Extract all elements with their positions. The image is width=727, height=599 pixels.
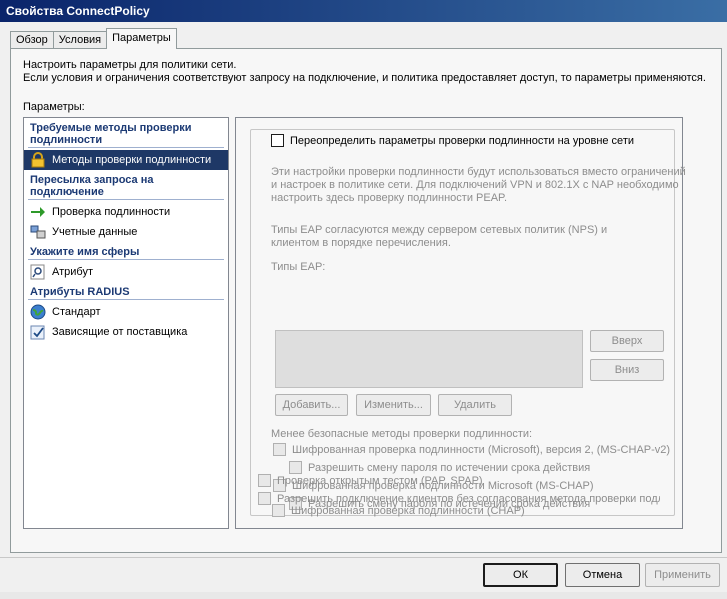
- nav-item-standard[interactable]: Стандарт: [24, 302, 228, 322]
- eap-types-label: Типы EAP:: [271, 261, 326, 273]
- pap-label: Проверка открытым тестом (PAP, SPAP): [277, 474, 483, 487]
- description: Настроить параметры для политики сети. Е…: [23, 59, 706, 85]
- tab-overview[interactable]: Обзор: [10, 31, 54, 49]
- window-title: Свойства ConnectPolicy: [6, 4, 150, 18]
- unauth-checkbox[interactable]: [258, 492, 271, 505]
- mschapv2-pwd-checkbox[interactable]: [289, 461, 302, 474]
- nav-item-label: Методы проверки подлинности: [52, 153, 212, 166]
- eap-negotiation-text: Типы EAP согласуются между сервером сете…: [271, 224, 608, 249]
- checklist-icon: [30, 324, 46, 340]
- mschapv2-checkbox[interactable]: [273, 443, 286, 456]
- override-checkbox[interactable]: [271, 134, 284, 147]
- horizontal-scrollbar[interactable]: [0, 592, 727, 599]
- category-forwarding: Пересылка запроса на подключение: [30, 174, 154, 198]
- chap-checkbox[interactable]: [272, 504, 285, 517]
- edit-eap-button[interactable]: Изменить...: [356, 394, 431, 416]
- override-checkbox-row[interactable]: Переопределить параметры проверки подлин…: [271, 134, 638, 147]
- eap-types-list[interactable]: [275, 330, 583, 388]
- settings-nav-pane: Требуемые методы проверки подлинности Ме…: [23, 117, 229, 529]
- tab-conditions[interactable]: Условия: [52, 31, 108, 49]
- nav-item-accounting[interactable]: Учетные данные: [24, 222, 228, 242]
- pap-row[interactable]: Проверка открытым тестом (PAP, SPAP): [258, 474, 483, 487]
- nav-item-label: Проверка подлинности: [52, 205, 171, 218]
- category-required-auth: Требуемые методы проверки подлинности: [30, 122, 192, 146]
- globe-icon: [30, 304, 46, 320]
- ok-button[interactable]: ОК: [483, 563, 558, 587]
- nav-item-vendor-specific[interactable]: Зависящие от поставщика: [24, 322, 228, 342]
- nav-item-authentication[interactable]: Проверка подлинности: [24, 202, 228, 222]
- chap-row[interactable]: Шифрованная проверка подлинности (CHAP): [272, 504, 525, 517]
- nav-item-auth-methods[interactable]: Методы проверки подлинности: [24, 150, 228, 170]
- override-groupbox: Переопределить параметры проверки подлин…: [250, 129, 686, 516]
- nav-item-attribute[interactable]: Атрибут: [24, 262, 228, 282]
- cancel-button[interactable]: Отмена: [565, 563, 640, 587]
- search-icon: [30, 264, 46, 280]
- divider: [28, 147, 224, 148]
- chap-label: Шифрованная проверка подлинности (CHAP): [291, 504, 525, 517]
- mschapv2-pwd-label: Разрешить смену пароля по истечении срок…: [308, 461, 591, 474]
- category-realm: Укажите имя сферы: [30, 246, 140, 258]
- computers-icon: [30, 224, 46, 240]
- divider: [28, 259, 224, 260]
- mschapv2-pwd-row[interactable]: Разрешить смену пароля по истечении срок…: [289, 461, 590, 474]
- less-secure-label: Менее безопасные методы проверки подлинн…: [271, 428, 533, 440]
- category-radius: Атрибуты RADIUS: [30, 286, 130, 298]
- divider: [28, 299, 224, 300]
- move-up-button[interactable]: Вверх: [590, 330, 664, 352]
- remove-eap-button[interactable]: Удалить: [438, 394, 512, 416]
- params-label: Параметры:: [23, 101, 85, 113]
- divider: [28, 199, 224, 200]
- nav-item-label: Учетные данные: [52, 225, 138, 238]
- nav-item-label: Зависящие от поставщика: [52, 325, 188, 338]
- add-eap-button[interactable]: Добавить...: [275, 394, 348, 416]
- unauth-row[interactable]: Разрешить подключение клиентов без согла…: [258, 492, 660, 505]
- auth-settings-pane: Переопределить параметры проверки подлин…: [235, 117, 686, 529]
- nav-item-label: Атрибут: [52, 265, 93, 278]
- lock-icon: [30, 152, 46, 168]
- tab-settings[interactable]: Параметры: [106, 28, 177, 49]
- mschapv2-row[interactable]: Шифрованная проверка подлинности (Micros…: [273, 443, 670, 456]
- info-text: Эти настройки проверки подлинности будут…: [271, 166, 686, 204]
- apply-button[interactable]: Применить: [645, 563, 720, 587]
- pap-checkbox[interactable]: [258, 474, 271, 487]
- description-line-2: Если условия и ограничения соответствуют…: [23, 72, 706, 84]
- arrow-right-icon: [30, 204, 46, 220]
- mschapv2-label: Шифрованная проверка подлинности (Micros…: [292, 443, 671, 456]
- window-title-bar: Свойства ConnectPolicy: [0, 0, 727, 22]
- move-down-button[interactable]: Вниз: [590, 359, 664, 381]
- nav-item-label: Стандарт: [52, 305, 101, 318]
- unauth-label: Разрешить подключение клиентов без согла…: [277, 492, 660, 505]
- footer-divider: [0, 557, 727, 558]
- override-label: Переопределить параметры проверки подлин…: [290, 134, 634, 147]
- tab-strip: Обзор Условия Параметры: [10, 28, 177, 49]
- description-line-1: Настроить параметры для политики сети.: [23, 59, 237, 71]
